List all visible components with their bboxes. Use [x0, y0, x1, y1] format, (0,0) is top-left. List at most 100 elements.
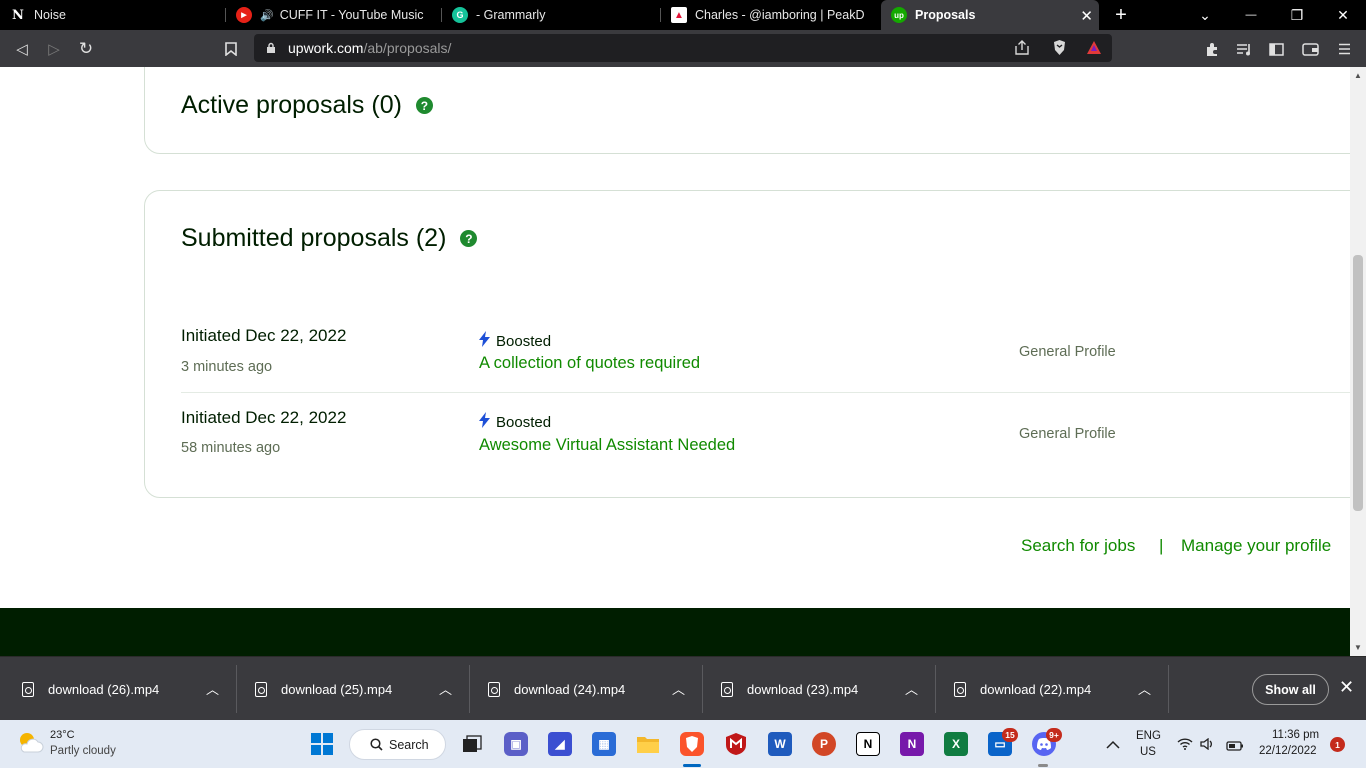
active-proposals-card: Active proposals (0) ?	[144, 67, 1350, 154]
notion-icon[interactable]: N	[856, 732, 880, 756]
tab-youtube-music[interactable]: ▶ 🔊 CUFF IT - YouTube Music	[226, 0, 441, 30]
todo-app-icon[interactable]: ◢	[548, 732, 572, 756]
submitted-proposals-heading: Submitted proposals (2)	[181, 224, 447, 252]
windows-start-icon[interactable]	[310, 732, 334, 756]
page-content: Active proposals (0) ? Submitted proposa…	[0, 67, 1350, 656]
tab-label: Charles - @iamboring | PeakD	[695, 8, 865, 22]
download-item[interactable]: download (22).mp4	[954, 657, 1091, 721]
onenote-icon[interactable]: N	[900, 732, 924, 756]
site-footer	[0, 608, 1350, 656]
tab-search-button[interactable]: ⌄	[1182, 0, 1228, 30]
back-button[interactable]: ◁	[11, 38, 33, 60]
submitted-proposals-title: Submitted proposals (2) ?	[181, 224, 478, 253]
tab-peakd[interactable]: ▲ Charles - @iamboring | PeakD	[661, 0, 878, 30]
share-icon[interactable]	[1014, 40, 1030, 58]
proposal-job-title-link[interactable]: A collection of quotes required	[479, 354, 700, 373]
proposal-initiated-date: Initiated Dec 22, 2022	[181, 326, 347, 345]
close-tab-icon[interactable]: ✕	[1080, 7, 1093, 25]
download-item[interactable]: download (24).mp4	[488, 657, 625, 721]
microsoft-store-icon[interactable]: ▦	[592, 732, 616, 756]
proposal-profile: General Profile	[1019, 344, 1116, 360]
toolbar: ◁ ▷ ↻ upwork.com/ab/proposals/	[0, 30, 1366, 67]
taskbar-search[interactable]: Search	[349, 729, 446, 760]
tab-grammarly[interactable]: G - Grammarly	[442, 0, 660, 30]
menu-icon[interactable]	[1333, 38, 1355, 60]
wifi-icon[interactable]	[1177, 737, 1193, 755]
video-file-icon	[721, 681, 733, 697]
notification-center-badge[interactable]: 1	[1330, 737, 1345, 752]
close-downloads-icon[interactable]: ✕	[1339, 677, 1354, 698]
divider	[702, 665, 703, 713]
boosted-label: Boosted	[496, 333, 552, 350]
input-region[interactable]: US	[1140, 746, 1156, 758]
minimize-button[interactable]: —	[1228, 0, 1274, 30]
clock-date[interactable]: 22/12/2022	[1259, 745, 1317, 757]
forward-button[interactable]: ▷	[43, 38, 65, 60]
wallet-icon[interactable]	[1299, 38, 1321, 60]
manage-profile-link[interactable]: Manage your profile	[1181, 536, 1331, 556]
tab-noise[interactable]: N Noise	[0, 0, 225, 30]
audio-playing-icon[interactable]: 🔊	[260, 9, 274, 22]
sidebar-icon[interactable]	[1265, 38, 1287, 60]
download-item[interactable]: download (23).mp4	[721, 657, 858, 721]
tab-label: CUFF IT - YouTube Music	[279, 8, 424, 22]
row-divider	[181, 392, 1350, 393]
help-icon[interactable]: ?	[460, 230, 478, 247]
youtube-music-icon: ▶	[236, 7, 252, 23]
scroll-up-icon[interactable]: ▲	[1354, 71, 1362, 80]
powerpoint-icon[interactable]: P	[812, 732, 836, 756]
help-icon[interactable]: ?	[415, 97, 433, 114]
lock-icon[interactable]	[266, 42, 276, 54]
volume-icon[interactable]	[1200, 737, 1215, 755]
brave-rewards-icon[interactable]	[1086, 40, 1102, 58]
download-filename: download (26).mp4	[48, 681, 160, 697]
teams-chat-icon[interactable]: ▣	[504, 732, 528, 756]
proposal-job-title-link[interactable]: Awesome Virtual Assistant Needed	[479, 436, 735, 455]
chevron-up-icon[interactable]: ︿	[672, 679, 685, 698]
word-icon[interactable]: W	[768, 732, 792, 756]
brave-browser-icon[interactable]	[680, 732, 704, 756]
scroll-down-icon[interactable]: ▼	[1354, 643, 1362, 652]
playlist-icon[interactable]	[1233, 38, 1255, 60]
page-scrollbar[interactable]: ▲ ▼	[1350, 67, 1366, 656]
download-filename: download (25).mp4	[281, 681, 393, 697]
chevron-up-icon[interactable]: ︿	[206, 679, 219, 698]
tab-label: Noise	[34, 8, 66, 22]
battery-icon[interactable]	[1226, 738, 1244, 756]
show-all-downloads-button[interactable]: Show all	[1252, 674, 1329, 705]
outlook-badge: 15	[1002, 728, 1018, 742]
tab-proposals[interactable]: up Proposals ✕	[881, 0, 1099, 30]
brave-shields-icon[interactable]	[1052, 39, 1067, 59]
extensions-icon[interactable]	[1201, 38, 1223, 60]
bookmark-icon[interactable]	[220, 38, 242, 60]
chevron-up-icon[interactable]: ︿	[1138, 679, 1151, 698]
boosted-label: Boosted	[496, 414, 552, 431]
weather-desc: Partly cloudy	[50, 745, 116, 757]
search-for-jobs-link[interactable]: Search for jobs	[1021, 536, 1135, 556]
clock-time[interactable]: 11:36 pm	[1272, 729, 1319, 741]
mcafee-icon[interactable]	[724, 732, 748, 756]
active-proposals-heading: Active proposals (0)	[181, 91, 402, 119]
address-bar[interactable]: upwork.com/ab/proposals/	[254, 34, 1112, 62]
download-item[interactable]: download (26).mp4	[22, 657, 159, 721]
new-tab-button[interactable]: +	[1098, 0, 1144, 30]
chevron-up-icon[interactable]: ︿	[439, 679, 452, 698]
restore-button[interactable]: ❐	[1274, 0, 1320, 30]
taskbar: 23°C Partly cloudy Search ▣ ◢ ▦ W P N N …	[0, 720, 1366, 768]
download-filename: download (23).mp4	[747, 681, 859, 697]
excel-icon[interactable]: X	[944, 732, 968, 756]
proposal-initiated-date: Initiated Dec 22, 2022	[181, 408, 347, 427]
input-language[interactable]: ENG	[1136, 730, 1161, 742]
reload-button[interactable]: ↻	[75, 38, 97, 60]
download-item[interactable]: download (25).mp4	[255, 657, 392, 721]
active-proposals-title: Active proposals (0) ?	[181, 91, 433, 120]
show-hidden-icons-chevron-up-icon[interactable]	[1106, 736, 1120, 754]
proposal-time-ago: 58 minutes ago	[181, 440, 281, 456]
scrollbar-thumb[interactable]	[1353, 255, 1363, 511]
task-view-icon[interactable]	[460, 732, 484, 756]
close-window-button[interactable]: ✕	[1320, 0, 1366, 30]
lightning-icon	[479, 412, 490, 433]
divider	[935, 665, 936, 713]
chevron-up-icon[interactable]: ︿	[905, 679, 918, 698]
file-explorer-icon[interactable]	[636, 732, 660, 756]
